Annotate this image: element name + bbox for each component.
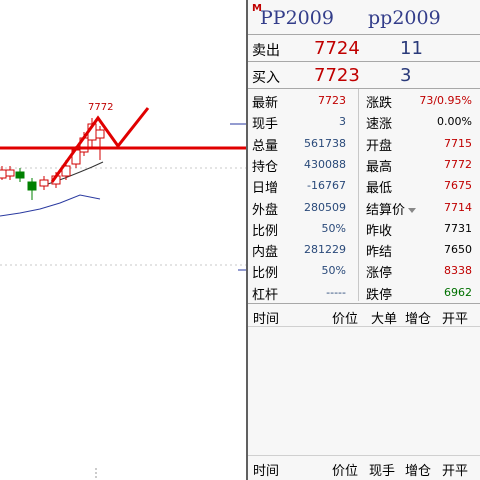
quote-label: 比例 bbox=[252, 266, 279, 282]
quote-label: 结算价 bbox=[366, 199, 417, 218]
quote-value: 6962 bbox=[444, 285, 472, 299]
header-open-close: 开平 bbox=[442, 464, 469, 479]
quote-value: 7675 bbox=[444, 179, 472, 193]
header-add-position: 增仓 bbox=[405, 312, 432, 327]
high-price-label: 7772 bbox=[88, 102, 113, 113]
quote-value: 281229 bbox=[304, 243, 346, 257]
quote-label: 跌停 bbox=[366, 284, 392, 303]
quote-label-text: 昨收 bbox=[366, 223, 393, 239]
quote-label-text: 最低 bbox=[366, 181, 393, 197]
quote-value: 280509 bbox=[304, 200, 346, 214]
quote-value: 7723 bbox=[318, 94, 346, 107]
divider bbox=[248, 61, 480, 62]
candle-body bbox=[27, 181, 37, 191]
quote-value: ----- bbox=[326, 285, 346, 299]
quote-value: 3 bbox=[339, 115, 346, 129]
quote-value: 50% bbox=[321, 221, 346, 235]
bid-volume: 3 bbox=[400, 65, 412, 86]
quote-label: 日增 bbox=[252, 181, 279, 197]
quote-label: 内盘 bbox=[252, 245, 279, 261]
quote-value: 7731 bbox=[444, 221, 472, 235]
header-price: 价位 bbox=[332, 464, 359, 479]
quote-value: 430088 bbox=[304, 157, 346, 171]
divider bbox=[248, 303, 480, 304]
quote-value: 8338 bbox=[444, 264, 472, 278]
bid-price: 7723 bbox=[314, 65, 360, 86]
header-time: 时间 bbox=[253, 464, 280, 479]
quote-value: -16767 bbox=[307, 179, 346, 193]
quote-label-text: 结算价 bbox=[366, 202, 406, 218]
quote-label-text: 涨跌 bbox=[366, 96, 393, 111]
quote-label: 最高 bbox=[366, 156, 392, 175]
ask-volume: 11 bbox=[400, 38, 423, 59]
ask-price: 7724 bbox=[314, 38, 360, 59]
quote-label: 现手 bbox=[252, 117, 279, 133]
candle-body bbox=[95, 129, 105, 139]
quote-label: 杠杆 bbox=[252, 287, 279, 303]
quote-label-text: 昨结 bbox=[366, 245, 393, 261]
quote-label: 昨收 bbox=[366, 220, 392, 239]
quote-value: 73/0.95% bbox=[419, 94, 472, 107]
quote-value: 7715 bbox=[444, 136, 472, 150]
quote-label: 外盘 bbox=[252, 202, 279, 218]
header-time: 时间 bbox=[253, 312, 280, 327]
candle-body bbox=[5, 169, 15, 177]
quote-label: 比例 bbox=[252, 223, 279, 239]
header-price: 价位 bbox=[332, 312, 359, 327]
header-open-close: 开平 bbox=[442, 312, 469, 327]
quote-label: 最新 bbox=[252, 96, 279, 111]
dropdown-arrow-icon[interactable] bbox=[408, 207, 417, 213]
quote-value: 7650 bbox=[444, 243, 472, 257]
candle-body bbox=[39, 179, 49, 187]
header-big-order: 大单 bbox=[371, 312, 398, 327]
contract-title: M PP2009 pp2009 bbox=[248, 0, 480, 34]
divider bbox=[248, 326, 480, 327]
quote-label-text: 涨停 bbox=[366, 266, 393, 282]
candle-body bbox=[0, 169, 7, 179]
ask-label: 卖出 bbox=[252, 43, 280, 59]
candle-body bbox=[15, 171, 25, 179]
quote-value: 7772 bbox=[444, 157, 472, 171]
quote-label: 持仓 bbox=[252, 159, 279, 175]
bid-label: 买入 bbox=[252, 70, 280, 86]
quote-label-text: 速涨 bbox=[366, 117, 393, 133]
header-lots: 现手 bbox=[369, 464, 396, 479]
quote-value: 0.00% bbox=[437, 115, 472, 129]
quote-panel: M PP2009 pp2009 卖出 7724 11 买入 7723 3 最新 7… bbox=[246, 0, 480, 480]
divider bbox=[248, 34, 480, 35]
divider bbox=[248, 455, 480, 456]
quote-label-text: 跌停 bbox=[366, 287, 393, 303]
divider bbox=[248, 88, 480, 89]
quote-label-text: 最高 bbox=[366, 159, 393, 175]
quote-label: 涨跌 bbox=[366, 92, 392, 111]
quote-value: 561738 bbox=[304, 136, 346, 150]
quote-label-text: 开盘 bbox=[366, 138, 393, 154]
contract-code[interactable]: PP2009 bbox=[260, 7, 334, 29]
contract-code-lower[interactable]: pp2009 bbox=[368, 7, 441, 29]
quote-label: 涨停 bbox=[366, 262, 392, 281]
quote-label: 速涨 bbox=[366, 113, 392, 132]
quote-label: 总量 bbox=[252, 138, 279, 154]
quote-value: 50% bbox=[321, 264, 346, 278]
header-add-position: 增仓 bbox=[405, 464, 432, 479]
quote-value: 7714 bbox=[444, 200, 472, 214]
column-divider bbox=[358, 89, 359, 301]
kline-chart[interactable]: 7772 bbox=[0, 0, 246, 480]
quote-label: 昨结 bbox=[366, 241, 392, 260]
quote-label: 最低 bbox=[366, 177, 392, 196]
quote-label: 开盘 bbox=[366, 135, 392, 154]
moving-average-line bbox=[0, 194, 101, 217]
